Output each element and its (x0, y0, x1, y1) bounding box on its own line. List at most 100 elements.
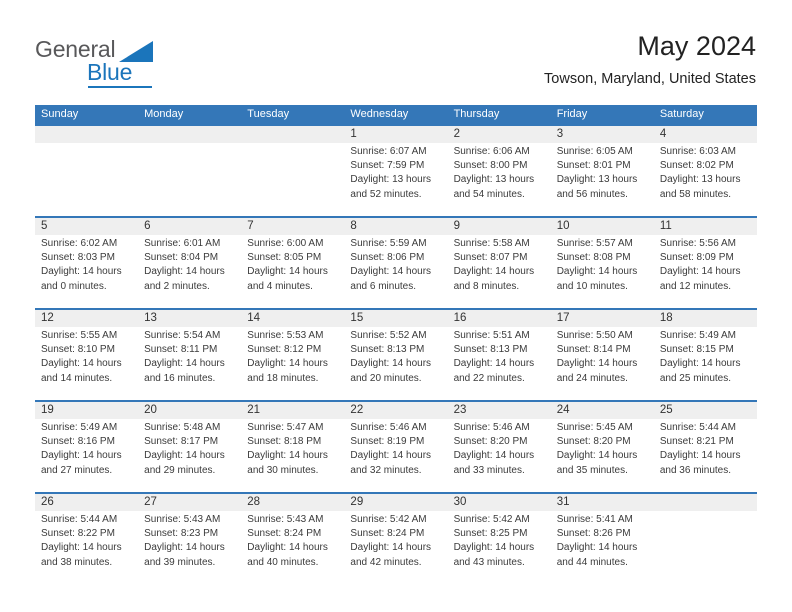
daylight-text-line1: Daylight: 14 hours (659, 358, 741, 370)
day-number: 30 (453, 496, 467, 508)
day-cell[interactable]: 22 Sunrise: 5:46 AM Sunset: 8:19 PM Dayl… (344, 402, 447, 492)
daylight-text-line1: Daylight: 14 hours (453, 542, 535, 554)
sunset-text: Sunset: 8:21 PM (659, 436, 734, 448)
day-cell[interactable]: 25 Sunrise: 5:44 AM Sunset: 8:21 PM Dayl… (654, 402, 757, 492)
weekday-header-row: Sunday Monday Tuesday Wednesday Thursday… (35, 105, 757, 124)
sunset-text: Sunset: 8:09 PM (659, 252, 734, 264)
daylight-text-line1: Daylight: 14 hours (556, 266, 638, 278)
daylight-text-line2: and 52 minutes. (350, 188, 422, 200)
day-cell[interactable] (654, 494, 757, 584)
day-cell[interactable]: 13 Sunrise: 5:54 AM Sunset: 8:11 PM Dayl… (138, 310, 241, 400)
sunset-text: Sunset: 8:13 PM (350, 344, 425, 356)
page-title: May 2024 (637, 31, 756, 61)
day-info: Sunrise: 6:00 AM Sunset: 8:05 PM Dayligh… (247, 237, 341, 294)
day-cell[interactable]: 10 Sunrise: 5:57 AM Sunset: 8:08 PM Dayl… (551, 218, 654, 308)
day-cell[interactable]: 4 Sunrise: 6:03 AM Sunset: 8:02 PM Dayli… (654, 126, 757, 216)
daylight-text-line1: Daylight: 14 hours (350, 358, 432, 370)
sunrise-text: Sunrise: 6:05 AM (556, 146, 633, 157)
day-cell[interactable]: 18 Sunrise: 5:49 AM Sunset: 8:15 PM Dayl… (654, 310, 757, 400)
daylight-text-line2: and 32 minutes. (350, 464, 422, 476)
day-number: 21 (247, 404, 261, 416)
day-cell[interactable]: 20 Sunrise: 5:48 AM Sunset: 8:17 PM Dayl… (138, 402, 241, 492)
day-info: Sunrise: 5:47 AM Sunset: 8:18 PM Dayligh… (247, 421, 341, 478)
sunset-text: Sunset: 8:05 PM (247, 252, 322, 264)
day-cell[interactable]: 8 Sunrise: 5:59 AM Sunset: 8:06 PM Dayli… (344, 218, 447, 308)
day-info: Sunrise: 5:58 AM Sunset: 8:07 PM Dayligh… (454, 237, 548, 294)
day-cell[interactable]: 30 Sunrise: 5:42 AM Sunset: 8:25 PM Dayl… (448, 494, 551, 584)
day-cell[interactable]: 28 Sunrise: 5:43 AM Sunset: 8:24 PM Dayl… (241, 494, 344, 584)
weekday-header-wednesday: Wednesday (350, 108, 409, 120)
daylight-text-line1: Daylight: 14 hours (453, 266, 535, 278)
day-cell[interactable]: 3 Sunrise: 6:05 AM Sunset: 8:01 PM Dayli… (551, 126, 654, 216)
daylight-text-line1: Daylight: 14 hours (350, 266, 432, 278)
week-row: 19 Sunrise: 5:49 AM Sunset: 8:16 PM Dayl… (35, 400, 757, 492)
daylight-text-line1: Daylight: 14 hours (659, 450, 741, 462)
sunset-text: Sunset: 8:20 PM (453, 436, 528, 448)
daylight-text-line1: Daylight: 14 hours (350, 450, 432, 462)
day-cell[interactable]: 9 Sunrise: 5:58 AM Sunset: 8:07 PM Dayli… (448, 218, 551, 308)
weekday-header-friday: Friday (556, 108, 588, 120)
day-cell[interactable]: 5 Sunrise: 6:02 AM Sunset: 8:03 PM Dayli… (35, 218, 138, 308)
day-cell[interactable]: 31 Sunrise: 5:41 AM Sunset: 8:26 PM Dayl… (551, 494, 654, 584)
sunrise-text: Sunrise: 6:07 AM (350, 146, 427, 157)
sunset-text: Sunset: 8:07 PM (453, 252, 528, 264)
sunset-text: Sunset: 8:23 PM (144, 528, 219, 540)
day-cell[interactable]: 26 Sunrise: 5:44 AM Sunset: 8:22 PM Dayl… (35, 494, 138, 584)
daylight-text-line1: Daylight: 14 hours (350, 542, 432, 554)
day-number: 16 (453, 312, 467, 324)
day-cell[interactable]: 12 Sunrise: 5:55 AM Sunset: 8:10 PM Dayl… (35, 310, 138, 400)
day-cell[interactable]: 29 Sunrise: 5:42 AM Sunset: 8:24 PM Dayl… (344, 494, 447, 584)
daylight-text-line1: Daylight: 14 hours (144, 450, 225, 462)
day-cell[interactable]: 15 Sunrise: 5:52 AM Sunset: 8:13 PM Dayl… (344, 310, 447, 400)
day-cell[interactable]: 11 Sunrise: 5:56 AM Sunset: 8:09 PM Dayl… (654, 218, 757, 308)
sunrise-text: Sunrise: 5:59 AM (350, 238, 427, 249)
week-row: 26 Sunrise: 5:44 AM Sunset: 8:22 PM Dayl… (35, 492, 757, 584)
daylight-text-line1: Daylight: 13 hours (556, 174, 638, 186)
day-info: Sunrise: 5:54 AM Sunset: 8:11 PM Dayligh… (144, 329, 238, 386)
day-cell[interactable]: 24 Sunrise: 5:45 AM Sunset: 8:20 PM Dayl… (551, 402, 654, 492)
sunrise-text: Sunrise: 5:43 AM (144, 514, 221, 525)
sunset-text: Sunset: 8:10 PM (41, 344, 115, 356)
day-cell[interactable]: 7 Sunrise: 6:00 AM Sunset: 8:05 PM Dayli… (241, 218, 344, 308)
weekday-header-tuesday: Tuesday (247, 108, 290, 120)
day-info: Sunrise: 6:01 AM Sunset: 8:04 PM Dayligh… (144, 237, 238, 294)
day-cell[interactable]: 23 Sunrise: 5:46 AM Sunset: 8:20 PM Dayl… (448, 402, 551, 492)
day-info: Sunrise: 5:46 AM Sunset: 8:20 PM Dayligh… (454, 421, 548, 478)
general-blue-logo[interactable]: General Blue (35, 36, 215, 88)
daylight-text-line2: and 36 minutes. (659, 464, 732, 476)
day-cell[interactable]: 19 Sunrise: 5:49 AM Sunset: 8:16 PM Dayl… (35, 402, 138, 492)
sunset-text: Sunset: 8:18 PM (247, 436, 322, 448)
day-cell[interactable] (35, 126, 138, 216)
day-info: Sunrise: 5:42 AM Sunset: 8:24 PM Dayligh… (350, 513, 444, 570)
logo-text-blue: Blue (87, 59, 133, 85)
daylight-text-line1: Daylight: 13 hours (453, 174, 535, 186)
day-cell[interactable]: 17 Sunrise: 5:50 AM Sunset: 8:14 PM Dayl… (551, 310, 654, 400)
day-info: Sunrise: 5:42 AM Sunset: 8:25 PM Dayligh… (454, 513, 548, 570)
day-info: Sunrise: 5:46 AM Sunset: 8:19 PM Dayligh… (350, 421, 444, 478)
daylight-text-line2: and 0 minutes. (41, 280, 107, 292)
day-number: 19 (41, 404, 54, 416)
day-cell[interactable]: 14 Sunrise: 5:53 AM Sunset: 8:12 PM Dayl… (241, 310, 344, 400)
day-cell[interactable] (138, 126, 241, 216)
day-info: Sunrise: 6:06 AM Sunset: 8:00 PM Dayligh… (454, 145, 548, 202)
day-cell[interactable]: 1 Sunrise: 6:07 AM Sunset: 7:59 PM Dayli… (344, 126, 447, 216)
day-number: 29 (350, 496, 364, 508)
day-number: 15 (350, 312, 364, 324)
day-cell[interactable]: 27 Sunrise: 5:43 AM Sunset: 8:23 PM Dayl… (138, 494, 241, 584)
sunrise-text: Sunrise: 6:06 AM (453, 146, 530, 157)
sunrise-text: Sunrise: 5:58 AM (453, 238, 530, 249)
day-cell[interactable]: 6 Sunrise: 6:01 AM Sunset: 8:04 PM Dayli… (138, 218, 241, 308)
daylight-text-line1: Daylight: 14 hours (556, 542, 638, 554)
daylight-text-line2: and 27 minutes. (41, 464, 113, 476)
sunset-text: Sunset: 8:14 PM (556, 344, 631, 356)
day-cell[interactable]: 16 Sunrise: 5:51 AM Sunset: 8:13 PM Dayl… (448, 310, 551, 400)
sunrise-text: Sunrise: 5:46 AM (350, 422, 427, 433)
day-cell[interactable]: 21 Sunrise: 5:47 AM Sunset: 8:18 PM Dayl… (241, 402, 344, 492)
location-subtitle: Towson, Maryland, United States (544, 71, 756, 87)
sunset-text: Sunset: 8:22 PM (41, 528, 115, 540)
day-cell[interactable] (241, 126, 344, 216)
daylight-text-line1: Daylight: 14 hours (247, 450, 328, 462)
day-number: 7 (247, 220, 254, 232)
sunrise-text: Sunrise: 6:01 AM (144, 238, 221, 249)
day-cell[interactable]: 2 Sunrise: 6:06 AM Sunset: 8:00 PM Dayli… (448, 126, 551, 216)
